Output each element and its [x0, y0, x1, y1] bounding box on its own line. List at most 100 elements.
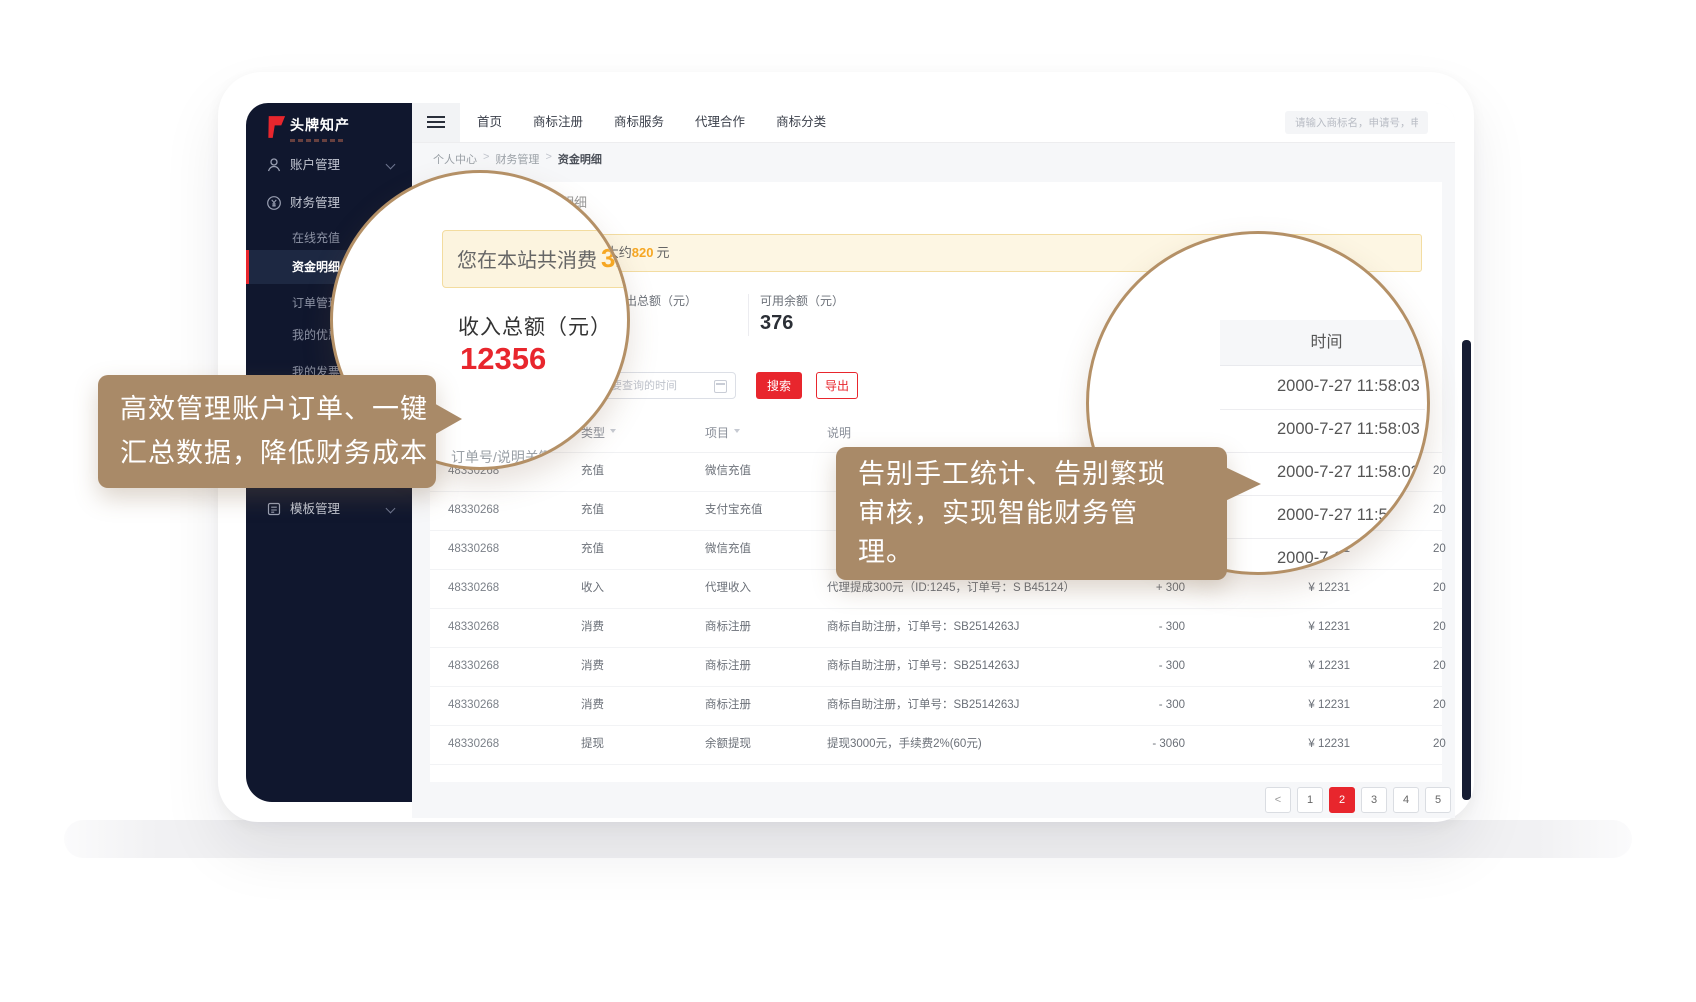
finance-icon — [266, 195, 282, 211]
trademark-search-input[interactable] — [1285, 111, 1428, 134]
pagination-page-4[interactable]: 4 — [1393, 787, 1419, 813]
cell-time: 2000-7-27 11:58:03 — [1433, 491, 1446, 530]
template-icon — [266, 501, 282, 517]
pagination-prev-button[interactable]: < — [1265, 787, 1291, 813]
magnified-time-value: 2000-7-27 11:58:03 — [1277, 506, 1427, 525]
cell-amount: - 300 — [1070, 686, 1185, 725]
nav-link-商标注册[interactable]: 商标注册 — [533, 103, 583, 142]
table-row: 48330268消费商标注册商标自助注册，订单号：SB2514263J- 300… — [430, 686, 1442, 726]
cell-balance: ¥ 12231 — [1250, 647, 1350, 686]
cell-type: 充值 — [581, 452, 604, 491]
sidebar-item-账户管理[interactable]: 账户管理 — [246, 155, 412, 175]
banner-amount-2: 820 — [632, 245, 654, 260]
menu-toggle[interactable] — [412, 103, 460, 142]
row-separator — [1220, 538, 1425, 539]
cell-time: 2000-7-27 11:58:03 — [1433, 569, 1446, 608]
pagination: <12345 — [1265, 787, 1451, 813]
cell-project: 微信充值 — [705, 452, 751, 491]
export-button[interactable]: 导出 — [816, 372, 858, 399]
cell-order-no: 48330268 — [448, 569, 499, 608]
cell-project: 余额提现 — [705, 725, 751, 764]
nav-link-代理合作[interactable]: 代理合作 — [695, 103, 745, 142]
cell-project: 商标注册 — [705, 647, 751, 686]
sidebar-item-模板管理[interactable]: 模板管理 — [246, 499, 412, 519]
breadcrumb-item[interactable]: 个人中心 — [433, 151, 477, 167]
cell-order-no: 48330268 — [448, 647, 499, 686]
nav-link-商标分类[interactable]: 商标分类 — [776, 103, 826, 142]
brand-logo[interactable]: 头牌知产 — [266, 115, 350, 144]
cell-description: 商标自助注册，订单号：SB2514263J — [827, 647, 1019, 686]
pagination-page-5[interactable]: 5 — [1425, 787, 1451, 813]
magnified-income-label: 收入总额（元） — [458, 311, 612, 341]
banner-unit: 元 — [656, 245, 669, 260]
pagination-page-1[interactable]: 1 — [1297, 787, 1323, 813]
cell-project: 商标注册 — [705, 608, 751, 647]
breadcrumb-separator: > — [483, 151, 489, 167]
cell-description: 商标自助注册，订单号：SB2514263J — [827, 608, 1019, 647]
search-button[interactable]: 搜索 — [756, 372, 802, 399]
cell-time: 2000-7-27 11:58:03 — [1433, 608, 1446, 647]
nav-link-商标服务[interactable]: 商标服务 — [614, 103, 664, 142]
sidebar-item-label: 财务管理 — [290, 193, 340, 213]
magnified-time-value: 2000-7-27 11:58:03 — [1277, 420, 1427, 439]
nav-link-首页[interactable]: 首页 — [477, 103, 502, 142]
cell-time: 2000-7-27 11:58:03 — [1433, 686, 1446, 725]
cell-order-no: 48330268 — [448, 530, 499, 569]
magnified-time-value: 2000-7-27 11:58:03 — [1277, 377, 1427, 396]
cell-amount: - 300 — [1070, 608, 1185, 647]
callout-text-line: 理。 — [858, 533, 1227, 572]
row-separator — [1220, 452, 1425, 453]
marketing-composite: 头牌知产 账户管理财务管理在线充值资金明细订单管理我的优惠券我的发票模板管理 首… — [0, 0, 1696, 1002]
cell-description: 提现3000元，手续费2%(60元) — [827, 725, 982, 764]
top-navbar: 首页商标注册商标服务代理合作商标分类 — [412, 103, 1455, 143]
magnified-banner-amount: 32124 — [601, 243, 630, 273]
table-row: 48330268 消费 商标注册 商标自助注册，订单号：SB2514263J - 300… — [430, 647, 1442, 687]
callout-right-arrow — [1223, 466, 1261, 502]
cell-amount: - 300 — [1070, 647, 1185, 686]
row-separator — [1220, 409, 1425, 410]
cell-order-no: 48330268 — [448, 608, 499, 647]
sidebar-item-label: 模板管理 — [290, 499, 340, 519]
cell-amount: - 3060 — [1070, 725, 1185, 764]
stat-divider — [748, 294, 749, 336]
stat-value: 376 — [760, 312, 793, 335]
cell-type: 充值 — [581, 530, 604, 569]
cell-project: 微信充值 — [705, 530, 751, 569]
stat-label: 可用余额（元） — [760, 292, 844, 309]
sidebar-item-label: 账户管理 — [290, 155, 340, 175]
cell-project: 代理收入 — [705, 569, 751, 608]
breadcrumb-item[interactable]: 财务管理 — [495, 151, 539, 167]
cell-balance: ¥ 12231 — [1250, 608, 1350, 647]
brand-tagline — [290, 139, 346, 142]
breadcrumb: 个人中心>财务管理>资金明细 — [433, 151, 602, 167]
cell-type: 收入 — [581, 569, 604, 608]
column-header-项目[interactable]: 项目 — [705, 415, 740, 452]
magnified-table-header: 订单号/说明关键词 — [451, 447, 567, 467]
magnified-time-header: 时间 — [1220, 320, 1430, 366]
pagination-page-3[interactable]: 3 — [1361, 787, 1387, 813]
table-row: 48330268消费商标注册商标自助注册，订单号：SB2514263J- 300… — [430, 608, 1442, 648]
callout-text-line: 高效管理账户订单、一键 — [120, 387, 436, 431]
table-row: 48330268提现余额提现提现3000元，手续费2%(60元)- 3060¥ … — [430, 725, 1442, 765]
sort-caret-icon — [734, 429, 740, 436]
magnified-income-value: 12356 — [460, 341, 546, 377]
cell-order-no: 48330268 — [448, 686, 499, 725]
brand-name: 头牌知产 — [290, 115, 350, 135]
calendar-icon — [714, 380, 727, 393]
callout-left: 高效管理账户订单、一键汇总数据，降低财务成本 — [98, 375, 436, 488]
pagination-page-2[interactable]: 2 — [1329, 787, 1355, 813]
chevron-down-icon — [386, 504, 396, 514]
cell-type: 提现 — [581, 725, 604, 764]
cell-project: 商标注册 — [705, 686, 751, 725]
callout-text-line: 汇总数据，降低财务成本 — [120, 431, 436, 475]
cell-time: 2000-7-27 11:58:03 — [1433, 452, 1446, 491]
cell-type: 消费 — [581, 647, 604, 686]
cell-project: 支付宝充值 — [705, 491, 763, 530]
scrollbar-thumb[interactable] — [1462, 340, 1471, 800]
cell-time: 2000-7-27 11:58:03 — [1433, 530, 1446, 569]
cell-balance: ¥ 12231 — [1250, 725, 1350, 764]
callout-text-line: 告别手工统计、告别繁琐 — [858, 455, 1227, 494]
breadcrumb-item[interactable]: 资金明细 — [558, 151, 602, 167]
cell-type: 消费 — [581, 686, 604, 725]
user-icon — [266, 157, 282, 173]
